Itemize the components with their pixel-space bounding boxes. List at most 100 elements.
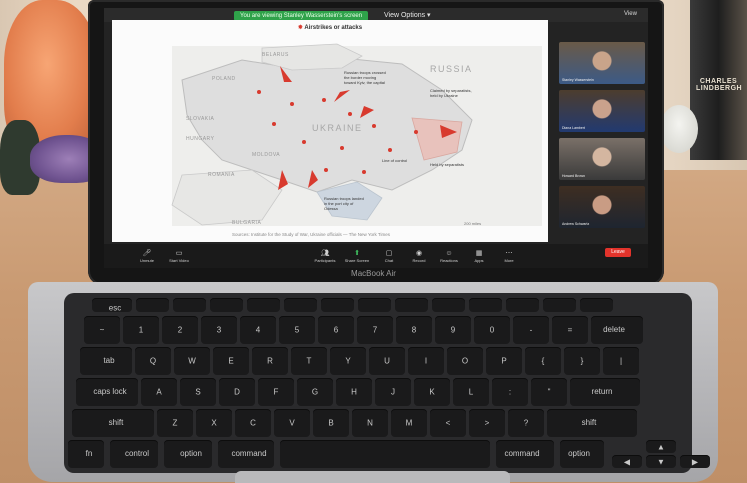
keyboard-key[interactable]: E	[213, 347, 249, 375]
keyboard-key[interactable]: 0	[474, 316, 510, 344]
keyboard-key[interactable]: option	[560, 440, 604, 468]
keyboard-key[interactable]: 8	[396, 316, 432, 344]
keyboard-key[interactable]: Y	[330, 347, 366, 375]
keyboard-key[interactable]: I	[408, 347, 444, 375]
keyboard-key[interactable]: 3	[201, 316, 237, 344]
keyboard-key[interactable]: caps lock	[76, 378, 138, 406]
keyboard-key[interactable]	[321, 298, 354, 312]
keyboard-key[interactable]: V	[274, 409, 310, 437]
keyboard-key[interactable]	[210, 298, 243, 312]
participant-tile[interactable]: Howard Brown	[559, 138, 645, 180]
keyboard-key[interactable]	[543, 298, 576, 312]
attack-marker	[322, 98, 326, 102]
keyboard-key[interactable]	[395, 298, 428, 312]
leave-button[interactable]: Leave	[605, 248, 631, 257]
keyboard-key[interactable]: U	[369, 347, 405, 375]
apps-button[interactable]: ▦ Apps	[464, 249, 494, 263]
record-button[interactable]: ◉ Record	[404, 249, 434, 263]
keyboard-key[interactable]: option	[164, 440, 212, 468]
keyboard-key[interactable]: C	[235, 409, 271, 437]
keyboard-key[interactable]: Z	[157, 409, 193, 437]
keyboard-key[interactable]: J	[375, 378, 411, 406]
keyboard-key[interactable]: ▼	[646, 455, 676, 468]
keyboard-key[interactable]	[136, 298, 169, 312]
keyboard-key[interactable]: N	[352, 409, 388, 437]
keyboard-key[interactable]: tab	[80, 347, 132, 375]
keyboard-key[interactable]: 9	[435, 316, 471, 344]
keyboard-key[interactable]: ◀	[612, 455, 642, 468]
keyboard-key[interactable]	[469, 298, 502, 312]
participants-button[interactable]: 👥︎ Participants	[310, 249, 340, 263]
keyboard-key[interactable]: :	[492, 378, 528, 406]
keyboard-key[interactable]: ▶	[680, 455, 710, 468]
keyboard-key[interactable]	[173, 298, 206, 312]
attack-marker	[362, 170, 366, 174]
keyboard-key[interactable]: -	[513, 316, 549, 344]
keyboard-key[interactable]: T	[291, 347, 327, 375]
keyboard-key[interactable]: }	[564, 347, 600, 375]
keyboard-key[interactable]: H	[336, 378, 372, 406]
keyboard-key[interactable]: shift	[72, 409, 154, 437]
keyboard-key[interactable]: O	[447, 347, 483, 375]
photo-scene: CHARLES LINDBERGH You are viewing Stanley…	[0, 0, 747, 483]
reactions-button[interactable]: ☺ Reactions	[434, 249, 464, 263]
keyboard-key[interactable]: 7	[357, 316, 393, 344]
keyboard-key[interactable]: B	[313, 409, 349, 437]
map-annotation: Russian troops crossed the border moving…	[344, 70, 386, 85]
keyboard-key[interactable]: W	[174, 347, 210, 375]
keyboard-key[interactable]: command	[496, 440, 554, 468]
more-button[interactable]: ⋯ More	[494, 249, 524, 263]
keyboard-key[interactable]: esc	[92, 298, 132, 313]
keyboard-key[interactable]: M	[391, 409, 427, 437]
share-screen-button[interactable]: ⬆ Share Screen	[342, 249, 372, 263]
keyboard-key[interactable]: R	[252, 347, 288, 375]
unmute-button[interactable]: 🎤︎ Unmute	[132, 249, 162, 263]
keyboard-key[interactable]: P	[486, 347, 522, 375]
participant-tile[interactable]: Andrew Schwartz	[559, 186, 645, 228]
keyboard-key[interactable]: fn	[68, 440, 104, 468]
keyboard-key[interactable]: D	[219, 378, 255, 406]
participant-tile[interactable]: Diana Lambert	[559, 90, 645, 132]
keyboard-key[interactable]: K	[414, 378, 450, 406]
keyboard-key[interactable]: >	[469, 409, 505, 437]
keyboard-key[interactable]	[506, 298, 539, 312]
keyboard-key[interactable]: Q	[135, 347, 171, 375]
keyboard-key[interactable]: "	[531, 378, 567, 406]
keyboard-key[interactable]: G	[297, 378, 333, 406]
keyboard-key[interactable]: 5	[279, 316, 315, 344]
keyboard-key[interactable]: |	[603, 347, 639, 375]
keyboard-key[interactable]: 4	[240, 316, 276, 344]
keyboard-key[interactable]	[358, 298, 391, 312]
keyboard-key[interactable]	[284, 298, 317, 312]
keyboard-key[interactable]: shift	[547, 409, 637, 437]
start-video-button[interactable]: ▭ Start Video	[164, 249, 194, 263]
keyboard-key[interactable]	[580, 298, 613, 312]
keyboard-key[interactable]	[432, 298, 465, 312]
trackpad[interactable]	[235, 471, 510, 483]
map-annotation: Russian troops landed in the port city o…	[324, 196, 364, 211]
keyboard-key[interactable]	[280, 440, 490, 468]
keyboard-key[interactable]: <	[430, 409, 466, 437]
view-button[interactable]: View	[624, 11, 637, 17]
keyboard-key[interactable]: ▲	[646, 440, 676, 453]
participant-tile[interactable]: Stanley Wasserstein	[559, 42, 645, 84]
keyboard-key[interactable]: F	[258, 378, 294, 406]
keyboard-key[interactable]: control	[110, 440, 158, 468]
keyboard-key[interactable]: S	[180, 378, 216, 406]
keyboard-key[interactable]: L	[453, 378, 489, 406]
keyboard-key[interactable]	[247, 298, 280, 312]
keyboard-key[interactable]: return	[570, 378, 640, 406]
chat-button[interactable]: ▢ Chat	[374, 249, 404, 263]
keyboard-key[interactable]: 2	[162, 316, 198, 344]
keyboard-key[interactable]: 6	[318, 316, 354, 344]
keyboard-key[interactable]: A	[141, 378, 177, 406]
keyboard-key[interactable]: ?	[508, 409, 544, 437]
keyboard-key[interactable]: 1	[123, 316, 159, 344]
keyboard-key[interactable]: delete	[591, 316, 643, 344]
keyboard-key[interactable]: command	[218, 440, 274, 468]
apps-icon: ▦	[475, 250, 483, 257]
keyboard-key[interactable]: X	[196, 409, 232, 437]
keyboard-key[interactable]: {	[525, 347, 561, 375]
keyboard-key[interactable]: ~	[84, 316, 120, 344]
keyboard-key[interactable]: =	[552, 316, 588, 344]
